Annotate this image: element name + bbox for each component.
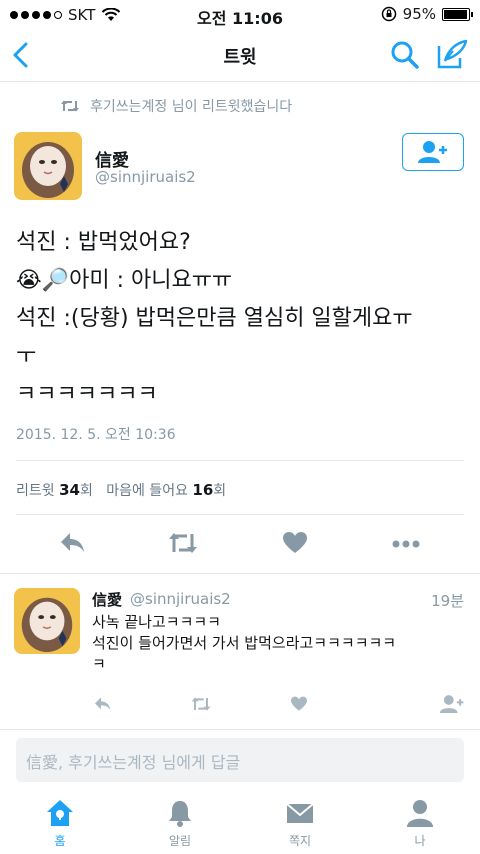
likes-unit: 회 [213, 483, 227, 499]
reply-input[interactable]: 信愛, 후기쓰는계정 님에게 답글 [16, 738, 464, 782]
reply-author-name[interactable]: 信愛 [92, 589, 122, 610]
divider [0, 729, 480, 730]
reply-line: 석진이 들어가면서 가서 밥먹으라고ㅋㅋㅋㅋㅋㅋ [92, 634, 397, 652]
retweets-label: 리트윗 [16, 483, 55, 499]
battery-icon [442, 7, 473, 21]
tweet-line: 석진 : 밥먹었어요? [16, 230, 191, 255]
reply-line: ㅋ [92, 655, 106, 673]
reply-actions [0, 694, 480, 718]
tweet-line: 😭🔎아미 : 아니요ㅠㅠ [16, 268, 233, 293]
tab-notifications[interactable]: 알림 [140, 798, 220, 849]
tweet-actions [0, 528, 480, 562]
tab-messages[interactable]: 쪽지 [260, 798, 340, 849]
reply-line: 사녹 끝나고ㅋㅋㅋㅋ [92, 613, 221, 631]
add-user-icon [418, 141, 447, 163]
retweet-context: 후기쓰는계정 님이 리트윗했습니다 [60, 96, 292, 116]
rotation-lock-icon [381, 6, 396, 22]
envelope-icon [286, 803, 314, 823]
likes-count: 16 [192, 481, 214, 499]
reply-avatar[interactable] [14, 588, 80, 654]
tab-bar: 홈 알림 쪽지 나 [0, 790, 480, 854]
home-icon [47, 800, 73, 826]
author-handle[interactable]: @sinnjiruais2 [95, 168, 196, 186]
compose-icon[interactable] [436, 38, 468, 70]
tweet-text: 석진 : 밥먹었어요? 😭🔎아미 : 아니요ㅠㅠ 석진 :(당황) 밥먹은만큼 … [16, 224, 468, 414]
status-bar: SKT 오전 11:06 95% [0, 0, 480, 30]
avatar[interactable] [14, 132, 82, 200]
retweet-icon[interactable] [167, 528, 199, 558]
add-user-icon[interactable] [439, 694, 465, 714]
follow-button[interactable] [402, 133, 464, 171]
tab-label: 알림 [168, 834, 192, 848]
tab-label: 나 [414, 834, 426, 848]
reply-time: 19분 [431, 592, 464, 610]
more-icon[interactable] [391, 528, 421, 558]
divider [16, 460, 464, 461]
avatar-image [14, 588, 80, 654]
reply-author-handle[interactable]: @sinnjiruais2 [130, 590, 231, 608]
divider [16, 514, 464, 515]
retweets-unit: 회 [79, 483, 93, 499]
heart-icon[interactable] [289, 694, 309, 714]
retweet-icon[interactable] [189, 694, 213, 714]
reply-icon[interactable] [60, 528, 86, 558]
retweet-context-text: 후기쓰는계정 님이 리트윗했습니다 [90, 99, 293, 115]
person-icon [407, 800, 433, 827]
tweet-line: 석진 :(당황) 밥먹은만큼 열심히 일할게요ㅠ [16, 306, 413, 331]
tweet-line: ㅜ [16, 344, 37, 369]
divider [0, 573, 480, 574]
reply-text: 사녹 끝나고ㅋㅋㅋㅋ 석진이 들어가면서 가서 밥먹으라고ㅋㅋㅋㅋㅋㅋ ㅋ [92, 612, 468, 675]
likes-label: 마음에 들어요 [106, 483, 188, 499]
tab-me[interactable]: 나 [380, 798, 460, 849]
tweet-line: ㅋㅋㅋㅋㅋㅋㅋ [16, 382, 158, 407]
search-icon[interactable] [389, 39, 421, 71]
tab-label: 쪽지 [288, 834, 312, 848]
tab-home[interactable]: 홈 [20, 798, 100, 849]
retweet-icon [61, 100, 79, 112]
tab-label: 홈 [54, 834, 66, 848]
battery-percent: 95% [402, 5, 436, 23]
tweet-timestamp: 2015. 12. 5. 오전 10:36 [16, 427, 176, 443]
nav-bar: 트윗 [0, 30, 480, 82]
retweets-count: 34 [59, 481, 80, 499]
avatar-image [14, 132, 82, 200]
heart-icon[interactable] [282, 528, 308, 558]
tweet-stats[interactable]: 리트윗 34회 마음에 들어요 16회 [16, 480, 226, 500]
reply-icon[interactable] [93, 694, 113, 714]
bell-icon [169, 801, 191, 827]
